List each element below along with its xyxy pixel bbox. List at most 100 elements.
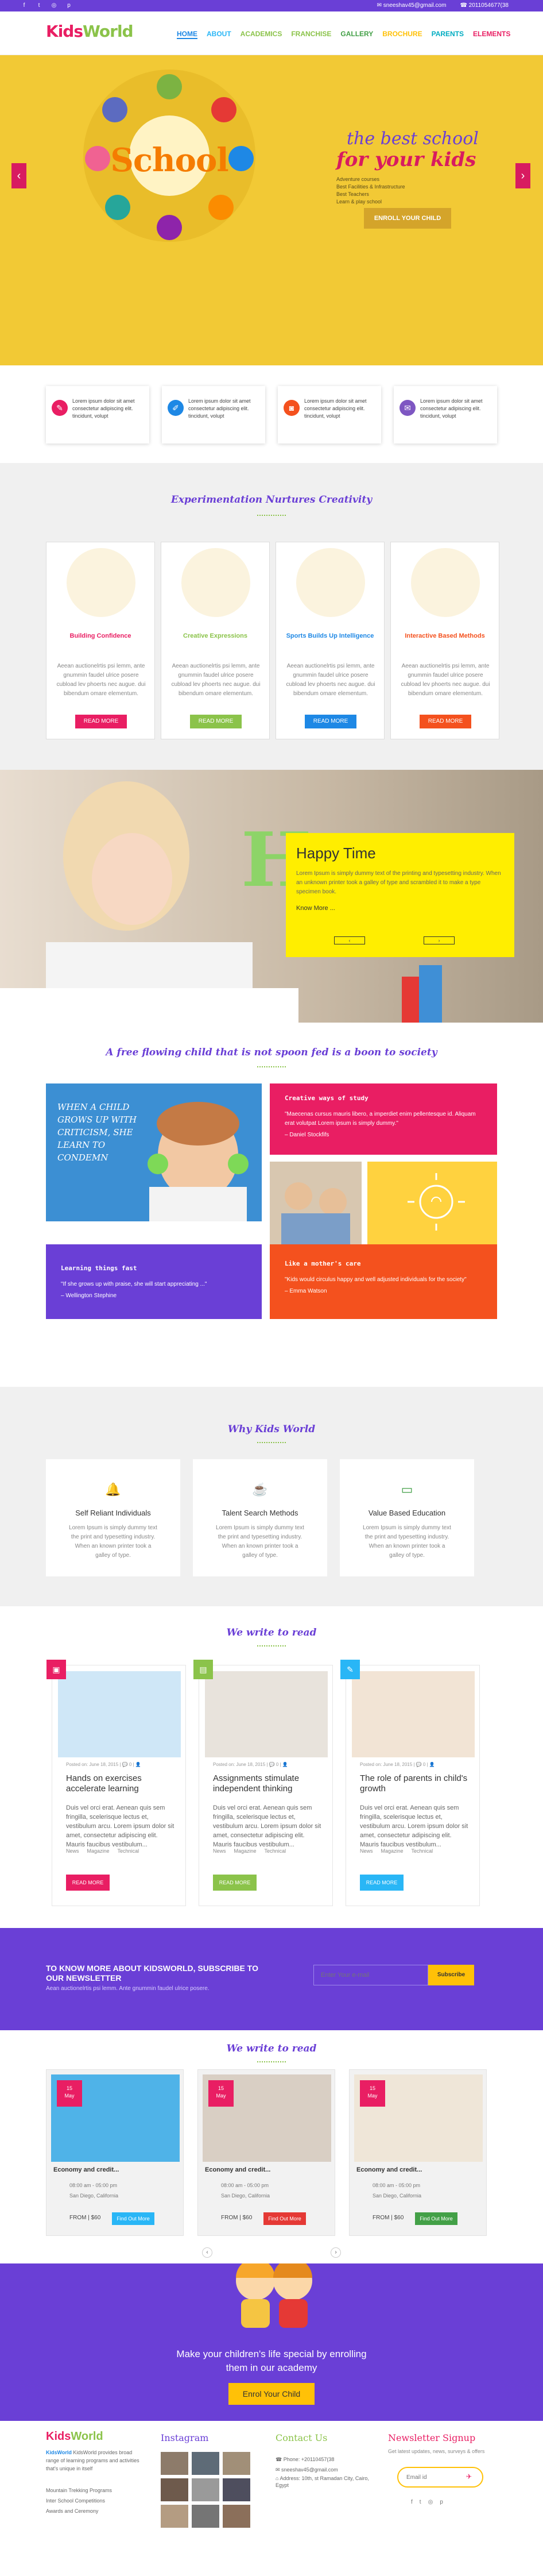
creativity-section: Experimentation Nurtures Creativity Buil…: [0, 463, 543, 770]
contact-email[interactable]: sneeshav45@gmail.com: [281, 2467, 338, 2473]
why-card-body: Lorem Ipsum is simply dummy text the pri…: [69, 1525, 157, 1559]
instagram-thumb[interactable]: [223, 2505, 250, 2528]
category-link[interactable]: Technical: [265, 1848, 286, 1854]
read-more-button[interactable]: READ MORE: [190, 715, 242, 728]
twitter-icon[interactable]: t: [36, 2, 42, 9]
post-title[interactable]: Hands on exercises accelerate learning: [66, 1773, 175, 1794]
category-link[interactable]: News: [66, 1848, 79, 1854]
read-more-button[interactable]: READ MORE: [420, 715, 471, 728]
read-more-button[interactable]: READ MORE: [213, 1875, 257, 1891]
site-logo[interactable]: KidsWorld: [46, 22, 134, 41]
instagram-thumb[interactable]: [161, 2505, 188, 2528]
enroll-line1: Make your children's life special by enr…: [176, 2349, 367, 2359]
why-card-title: Value Based Education: [368, 1509, 446, 1517]
instagram-thumb[interactable]: [223, 2452, 250, 2475]
event-title[interactable]: Economy and credit...: [53, 2166, 119, 2173]
nav-item-gallery[interactable]: GALLERY: [340, 30, 373, 39]
footer-logo[interactable]: KidsWorld: [46, 2430, 103, 2443]
card-body: Aeean auctionelrtis psi lemm, ante gnumm…: [171, 663, 261, 697]
read-more-button[interactable]: READ MORE: [360, 1875, 404, 1891]
child-face-illustration: [148, 1102, 249, 1221]
slider-prev-button[interactable]: ‹: [11, 163, 26, 188]
enrol-child-button[interactable]: Enrol Your Child: [228, 2383, 315, 2405]
instagram-grid: [161, 2452, 250, 2528]
facebook-icon[interactable]: f: [21, 2, 28, 9]
event-title[interactable]: Economy and credit...: [356, 2166, 422, 2173]
find-out-more-button[interactable]: Find Out More: [112, 2212, 154, 2225]
subscribe-button[interactable]: Subscribe: [428, 1965, 474, 1985]
site-footer: KidsWorld KidsWorld KidsWorld provides b…: [0, 2421, 543, 2576]
contact-details: ☎ Phone: +20110457(38 ✉ sneeshav45@gmail…: [276, 2454, 373, 2489]
footer-social-links: f t ◎ p: [411, 2499, 443, 2505]
enroll-banner: Make your children's life special by enr…: [0, 2263, 543, 2421]
happy-next-button[interactable]: ›: [424, 936, 455, 944]
send-icon[interactable]: ✈: [466, 2473, 472, 2481]
post-title[interactable]: The role of parents in child's growth: [360, 1773, 469, 1794]
category-link[interactable]: Magazine: [381, 1848, 404, 1854]
blog-photo: [58, 1671, 181, 1757]
event-place: San Diego, California: [373, 2193, 422, 2199]
school-word: School: [110, 141, 228, 179]
section-title: A free flowing child that is not spoon f…: [106, 1047, 437, 1058]
contact-phone: Phone: +20110457(38: [283, 2457, 335, 2462]
quote-title: Like a mother's care: [285, 1260, 361, 1267]
nav-item-franchise[interactable]: FRANCHISE: [291, 30, 331, 39]
nav-item-home[interactable]: HOME: [177, 30, 197, 39]
facebook-icon[interactable]: f: [411, 2499, 413, 2505]
pencil-square-icon: ✎: [340, 1660, 360, 1679]
slider-next-button[interactable]: ›: [515, 163, 530, 188]
event-place: San Diego, California: [69, 2193, 119, 2199]
happy-time-banner: H Happy Time Lorem Ipsum is simply dummy…: [0, 770, 543, 1023]
instagram-thumb[interactable]: [223, 2478, 250, 2501]
creativity-card: Creative Expressions Aeean auctionelrtis …: [161, 542, 270, 739]
twitter-icon[interactable]: t: [420, 2499, 421, 2505]
footer-list-item: Awards and Ceremony: [46, 2508, 99, 2514]
know-more-link[interactable]: Know More ...: [296, 905, 504, 912]
read-more-button[interactable]: READ MORE: [75, 715, 127, 728]
category-link[interactable]: News: [213, 1848, 226, 1854]
happy-prev-button[interactable]: ‹: [334, 936, 365, 944]
events-prev-button[interactable]: ‹: [202, 2247, 212, 2258]
pinterest-icon[interactable]: p: [440, 2499, 443, 2505]
topbar-email[interactable]: sneeshav45@gmail.com: [383, 2, 447, 9]
quote-body: "Kids would circulus happy and well adju…: [285, 1277, 467, 1283]
phone-icon: ☎: [276, 2457, 284, 2462]
instagram-thumb[interactable]: [161, 2452, 188, 2475]
instagram-thumb[interactable]: [192, 2478, 219, 2501]
footer-about-text: KidsWorld KidsWorld provides broad range…: [46, 2448, 143, 2473]
category-link[interactable]: Technical: [118, 1848, 139, 1854]
instagram-thumb[interactable]: [161, 2478, 188, 2501]
post-title[interactable]: Assignments stimulate independent thinki…: [213, 1773, 322, 1794]
blog-section: We write to read ▣ Posted on: June 18, 20…: [0, 1606, 543, 1928]
hero-bullet: Adventure courses: [336, 176, 380, 182]
event-title[interactable]: Economy and credit...: [205, 2166, 270, 2173]
card-title: Interactive Based Methods: [405, 633, 485, 639]
category-link[interactable]: Magazine: [234, 1848, 257, 1854]
events-next-button[interactable]: ›: [331, 2247, 341, 2258]
instagram-icon[interactable]: ◎: [428, 2499, 433, 2505]
category-link[interactable]: Magazine: [87, 1848, 110, 1854]
enroll-child-button[interactable]: ENROLL YOUR CHILD: [364, 208, 451, 229]
nav-item-parents[interactable]: PARENTS: [432, 30, 464, 39]
card-title: Sports Builds Up Intelligence: [286, 633, 374, 639]
subscribe-email-input[interactable]: [313, 1965, 428, 1985]
nav-item-elements[interactable]: ELEMENTS: [473, 30, 510, 39]
hero-line1: the best school: [347, 129, 479, 149]
nav-item-academics[interactable]: ACADEMICS: [241, 30, 282, 39]
pinterest-icon[interactable]: p: [65, 2, 72, 9]
category-link[interactable]: News: [360, 1848, 373, 1854]
instagram-thumb[interactable]: [192, 2505, 219, 2528]
main-navigation: KidsWorld HOME ABOUT ACADEMICS FRANCHISE GAL…: [0, 11, 543, 55]
nav-item-brochure[interactable]: BROCHURE: [382, 30, 422, 39]
read-more-button[interactable]: READ MORE: [305, 715, 356, 728]
image-icon: ▤: [193, 1660, 213, 1679]
instagram-icon[interactable]: ◎: [51, 2, 57, 9]
nav-item-about[interactable]: ABOUT: [207, 30, 231, 39]
kid-illustration: [181, 548, 250, 617]
instagram-thumb[interactable]: [192, 2452, 219, 2475]
category-link[interactable]: Technical: [412, 1848, 433, 1854]
find-out-more-button[interactable]: Find Out More: [263, 2212, 306, 2225]
section-title: We write to read: [226, 2043, 317, 2054]
find-out-more-button[interactable]: Find Out More: [415, 2212, 457, 2225]
read-more-button[interactable]: READ MORE: [66, 1875, 110, 1891]
